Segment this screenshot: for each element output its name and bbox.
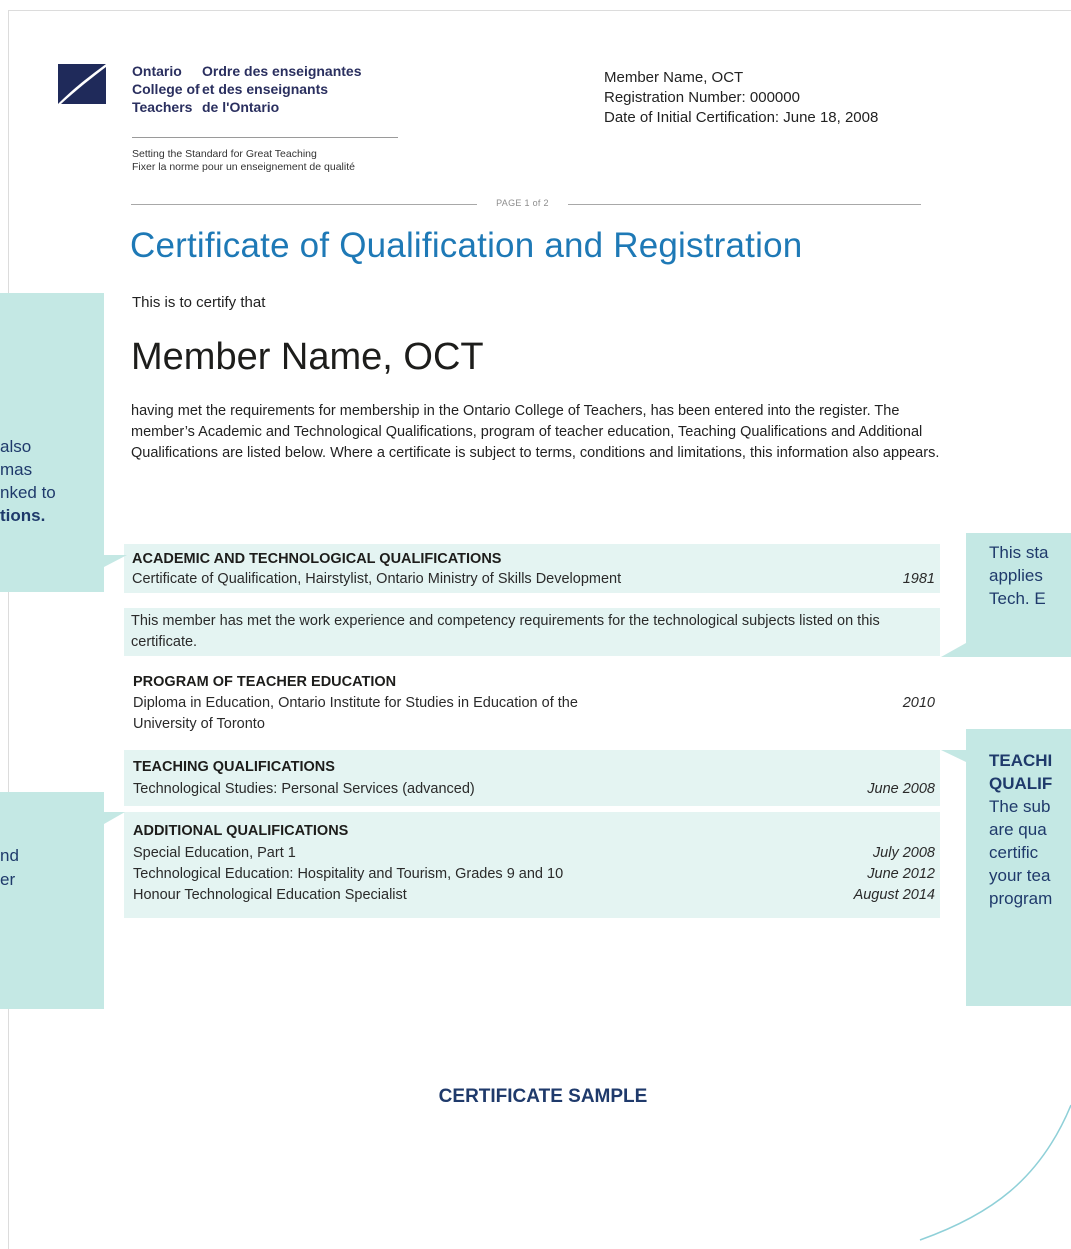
teaching-entry: Technological Studies: Personal Services… xyxy=(133,781,475,797)
certificate-title: Certificate of Qualification and Registr… xyxy=(130,226,803,265)
org-name-en: Ontario College of Teachers xyxy=(132,63,200,115)
program-entry-line2: University of Toronto xyxy=(133,716,265,732)
org-name-fr: Ordre des enseignantes et des enseignant… xyxy=(202,63,362,115)
academic-year: 1981 xyxy=(902,571,935,587)
registration-number: Registration Number: 000000 xyxy=(604,89,800,106)
additional-date: June 2012 xyxy=(867,866,935,882)
academic-heading: ACADEMIC AND TECHNOLOGICAL QUALIFICATION… xyxy=(132,551,502,567)
tech-statement: This member has met the work experience … xyxy=(131,613,880,650)
program-entry-line1: Diploma in Education, Ontario Institute … xyxy=(133,695,578,711)
page-rule-left xyxy=(131,204,477,205)
additional-entry: Honour Technological Education Specialis… xyxy=(133,887,407,903)
program-year: 2010 xyxy=(902,695,935,711)
callout-right-bottom: TEACHI QUALIF The sub are qua certific y… xyxy=(966,729,1071,1006)
member-info-name: Member Name, OCT xyxy=(604,69,744,86)
callout-left-top: also mas nked to tions. xyxy=(0,293,104,592)
additional-date: August 2014 xyxy=(853,887,935,903)
intro-paragraph: having met the requirements for membersh… xyxy=(131,403,940,461)
member-name: Member Name, OCT xyxy=(131,336,484,378)
tagline: Setting the Standard for Great Teaching … xyxy=(132,148,355,174)
additional-date: July 2008 xyxy=(872,845,935,861)
callout-right-top: This sta applies Tech. E xyxy=(966,533,1071,657)
tagline-en: Setting the Standard for Great Teaching xyxy=(132,148,317,160)
callout-left-bottom: nd er xyxy=(0,792,104,1009)
certify-line: This is to certify that xyxy=(132,294,266,311)
page-rule-right xyxy=(568,204,921,205)
teaching-date: June 2008 xyxy=(867,781,935,797)
tagline-fr: Fixer la norme pour un enseignement de q… xyxy=(132,161,355,173)
program-heading: PROGRAM OF TEACHER EDUCATION xyxy=(133,674,397,690)
initial-certification-date: Date of Initial Certification: June 18, … xyxy=(604,109,879,126)
page-number: PAGE 1 of 2 xyxy=(496,198,549,208)
teaching-heading: TEACHING QUALIFICATIONS xyxy=(133,759,335,775)
certificate-sample-label: CERTIFICATE SAMPLE xyxy=(438,1086,648,1107)
org-divider xyxy=(132,137,398,138)
college-logo-icon xyxy=(58,64,106,104)
additional-entry: Special Education, Part 1 xyxy=(133,845,296,861)
additional-entry: Technological Education: Hospitality and… xyxy=(133,866,564,882)
member-info: Member Name, OCT Registration Number: 00… xyxy=(604,68,878,128)
additional-heading: ADDITIONAL QUALIFICATIONS xyxy=(133,823,349,839)
academic-entry: Certificate of Qualification, Hairstylis… xyxy=(132,571,622,587)
